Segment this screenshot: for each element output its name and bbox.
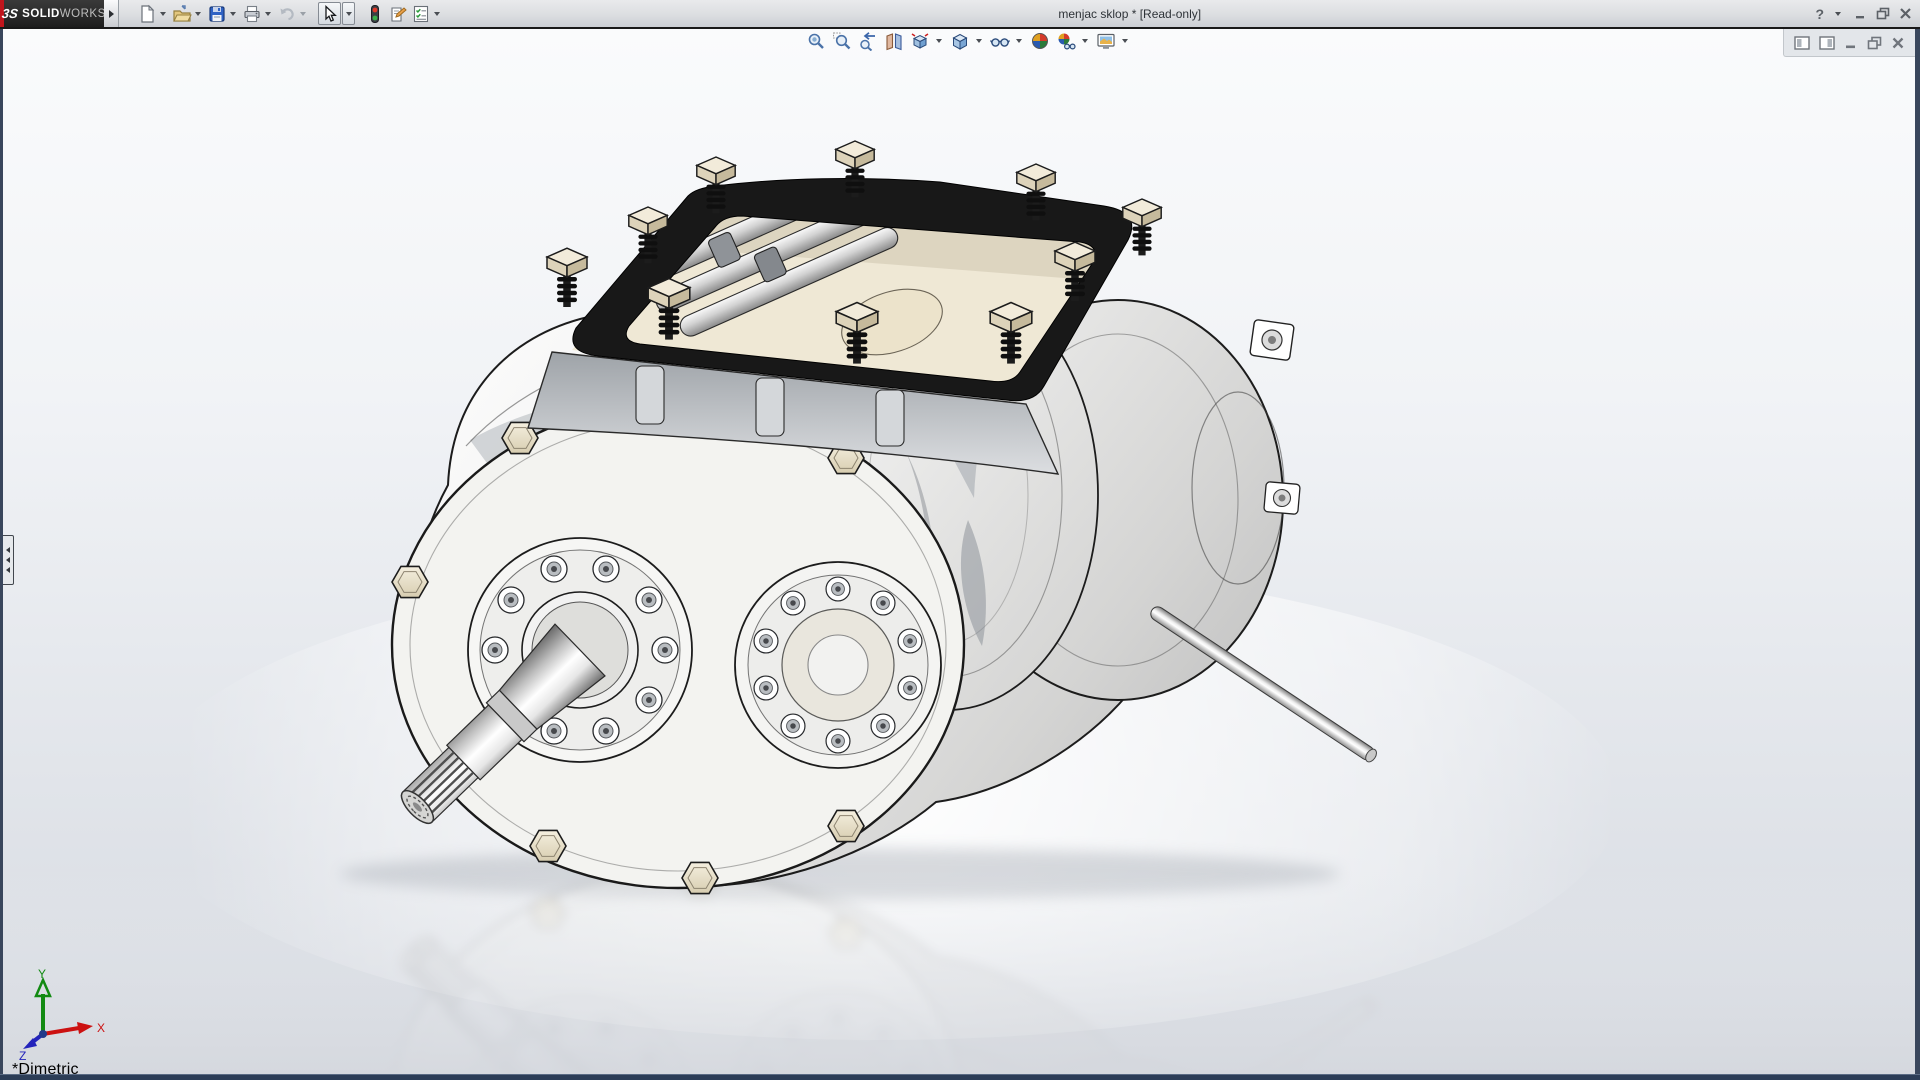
print-button[interactable] <box>240 2 263 25</box>
graphics-viewport[interactable]: Y X Z *Dimetric <box>3 29 1915 1074</box>
help-button[interactable]: ? <box>1815 6 1824 22</box>
right-arrow-icon <box>108 9 114 18</box>
print-dropdown[interactable] <box>265 11 271 16</box>
open-button[interactable] <box>170 2 193 25</box>
zoom-to-area-button[interactable] <box>830 30 854 52</box>
minimize-button[interactable] <box>1854 7 1867 20</box>
view-settings-icon <box>1058 33 1076 50</box>
new-button[interactable] <box>135 2 158 25</box>
file-properties-icon <box>390 6 407 22</box>
new-document-icon <box>140 4 154 23</box>
collapse-left-pane-icon <box>1794 35 1810 50</box>
display-style-dropdown[interactable] <box>976 39 982 43</box>
printer-icon <box>243 5 260 22</box>
close-document-button[interactable] <box>1891 36 1905 50</box>
new-dropdown[interactable] <box>160 11 166 16</box>
traffic-light-icon <box>370 4 379 23</box>
view-settings-dropdown[interactable] <box>1082 39 1088 43</box>
solidworks-logo: 3S SOLIDWORKS <box>1 0 106 27</box>
save-dropdown[interactable] <box>230 11 236 16</box>
zoom-to-area-icon <box>833 32 851 50</box>
restore-document-icon <box>1867 36 1882 49</box>
restore-icon <box>1876 7 1890 20</box>
undo-arrow-icon <box>280 7 294 20</box>
hide-show-items-dropdown[interactable] <box>1016 39 1022 43</box>
display-style-cube-icon <box>952 33 968 50</box>
main-toolbar <box>135 2 444 25</box>
rebuild-button[interactable] <box>363 2 386 25</box>
triad-y-label: Y <box>38 968 46 981</box>
undo-button[interactable] <box>275 2 298 25</box>
zoom-to-fit-icon <box>808 33 824 49</box>
headsup-view-toolbar <box>804 30 1132 52</box>
collapse-right-pane-icon <box>1819 35 1835 50</box>
reference-triad: Y X Z <box>19 968 105 1060</box>
save-button[interactable] <box>205 2 228 25</box>
zoom-to-fit-button[interactable] <box>804 30 828 52</box>
open-dropdown[interactable] <box>195 11 201 16</box>
edit-appearance-button[interactable] <box>1094 30 1118 52</box>
save-floppy-icon <box>208 5 225 22</box>
minimize-document-icon <box>1846 45 1855 48</box>
view-orientation-button[interactable] <box>908 30 932 52</box>
view-orientation-label: *Dimetric <box>12 1061 79 1074</box>
previous-view-icon <box>860 32 875 51</box>
ds-logo-mark: 3S <box>1 6 20 21</box>
section-view-icon <box>886 33 902 51</box>
close-icon <box>1900 8 1911 19</box>
left-arrow-icon <box>6 557 10 563</box>
window-border-left <box>0 29 3 1080</box>
options-dropdown[interactable] <box>434 11 440 16</box>
apply-scene-button[interactable] <box>1028 30 1052 52</box>
minimize-document-button[interactable] <box>1844 36 1858 50</box>
gearbox-model[interactable] <box>3 29 1915 1074</box>
minimize-icon <box>1856 16 1864 19</box>
section-view-button[interactable] <box>882 30 906 52</box>
solidworks-window: 3S SOLIDWORKS menjac sklop * [Read-only]… <box>0 0 1920 1080</box>
document-window-controls <box>1783 29 1915 57</box>
help-dropdown[interactable] <box>1835 11 1841 16</box>
triad-z-label: Z <box>19 1049 26 1060</box>
restore-button[interactable] <box>1876 7 1890 20</box>
options-checklist-icon <box>413 5 428 22</box>
select-dropdown[interactable] <box>342 2 355 25</box>
close-button[interactable] <box>1899 7 1912 20</box>
options-button[interactable] <box>409 2 432 25</box>
view-orientation-dropdown[interactable] <box>936 39 942 43</box>
view-orientation-cube-icon <box>911 33 929 49</box>
triad-x-label: X <box>97 1021 105 1035</box>
menu-flyout-button[interactable] <box>104 0 119 27</box>
left-arrow-icon <box>6 567 10 573</box>
file-properties-button[interactable] <box>386 2 409 25</box>
title-controls: ? <box>1815 6 1912 22</box>
window-border-right <box>1915 29 1920 1080</box>
featuremanager-collapsed-tab[interactable] <box>3 535 14 585</box>
undo-dropdown[interactable] <box>300 11 306 16</box>
window-title: menjac sklop * [Read-only] <box>1058 6 1202 21</box>
hide-show-items-button[interactable] <box>988 30 1012 52</box>
window-border-bottom <box>0 1074 1920 1080</box>
apply-scene-sphere-icon <box>1032 33 1048 49</box>
previous-view-button[interactable] <box>856 30 880 52</box>
left-arrow-icon <box>6 547 10 553</box>
titlebar: 3S SOLIDWORKS menjac sklop * [Read-only]… <box>0 0 1920 27</box>
eyeglasses-icon <box>990 38 1010 47</box>
brand-name: SOLIDWORKS <box>22 7 106 20</box>
collapse-right-pane-button[interactable] <box>1819 35 1835 50</box>
edit-appearance-icon <box>1097 33 1115 49</box>
collapse-left-pane-button[interactable] <box>1794 35 1810 50</box>
restore-document-button[interactable] <box>1867 36 1882 50</box>
select-button[interactable] <box>318 2 341 25</box>
close-document-icon <box>1892 37 1904 48</box>
reflection-fade <box>3 868 1915 1074</box>
display-style-button[interactable] <box>948 30 972 52</box>
open-folder-icon <box>172 4 192 22</box>
edit-appearance-dropdown[interactable] <box>1122 39 1128 43</box>
view-settings-button[interactable] <box>1054 30 1078 52</box>
select-cursor-icon <box>324 4 337 22</box>
